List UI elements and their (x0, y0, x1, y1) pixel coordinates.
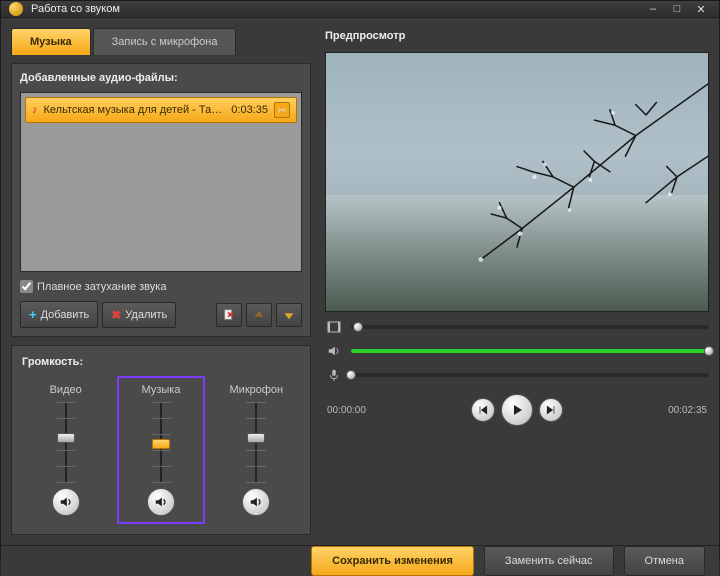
seek-track-row (325, 318, 709, 336)
tab-microphone[interactable]: Запись с микрофона (93, 28, 237, 55)
maximize-button[interactable]: □ (667, 1, 687, 17)
delete-label: Удалить (125, 309, 167, 321)
left-column: Музыка Запись с микрофона Добавленные ау… (11, 28, 311, 535)
next-button[interactable] (539, 398, 563, 422)
volume-music-label: Музыка (142, 384, 181, 396)
maximize-icon: □ (674, 3, 681, 15)
play-icon (509, 402, 525, 418)
transport-bar: 00:00:00 00:02:35 (325, 390, 709, 430)
transport-buttons (376, 394, 658, 426)
slider-thumb[interactable] (152, 439, 170, 449)
volume-mic-slider[interactable] (244, 402, 268, 482)
slider-thumb[interactable] (57, 433, 75, 443)
titlebar: Работа со звуком – □ ✕ (1, 1, 719, 18)
skip-forward-icon (545, 404, 557, 416)
slider-thumb[interactable] (247, 433, 265, 443)
arrow-down-icon (282, 308, 296, 322)
tab-music[interactable]: Музыка (11, 28, 91, 55)
files-panel: Добавленные аудио-файлы: ♪ Кельтская муз… (11, 63, 311, 337)
close-icon: ✕ (696, 3, 705, 16)
remove-file-button[interactable] (216, 303, 242, 327)
scissors-icon: ✂ (277, 104, 286, 117)
mic-track-row (325, 366, 709, 384)
speaker-small-icon (325, 344, 343, 358)
minimize-button[interactable]: – (643, 1, 663, 17)
play-button[interactable] (501, 394, 533, 426)
volume-grid: Видео Музыка (22, 376, 300, 524)
delete-icon: ✖ (111, 308, 121, 322)
main-body: Музыка Запись с микрофона Добавленные ау… (1, 18, 719, 545)
preview-heading: Предпросмотр (325, 28, 709, 46)
app-icon (9, 2, 23, 16)
cancel-button[interactable]: Отмена (624, 546, 705, 576)
film-icon (325, 320, 343, 334)
sound-editor-window: Работа со звуком – □ ✕ Музыка Запись с м… (0, 0, 720, 561)
delete-button[interactable]: ✖ Удалить (102, 302, 176, 328)
file-buttons-row: + Добавить ✖ Удалить (20, 301, 302, 328)
fade-label: Плавное затухание звука (37, 281, 166, 293)
mic-track[interactable] (351, 373, 709, 377)
time-current: 00:00:00 (327, 405, 366, 416)
volume-music-column: Музыка (117, 376, 204, 524)
speaker-icon (154, 495, 168, 509)
fade-checkbox-row[interactable]: Плавное затухание звука (20, 280, 302, 293)
fade-checkbox[interactable] (20, 280, 33, 293)
audio-file-list[interactable]: ♪ Кельтская музыка для детей - Танец-ht.… (20, 92, 302, 272)
skip-back-icon (477, 404, 489, 416)
time-total: 00:02:35 (668, 405, 707, 416)
close-button[interactable]: ✕ (691, 1, 711, 17)
file-duration: 0:03:35 (231, 104, 268, 116)
audio-track[interactable] (351, 349, 709, 353)
window-title: Работа со звуком (31, 3, 639, 15)
preview-frame-art (326, 53, 708, 312)
volume-video-label: Видео (50, 384, 82, 396)
audio-track-row (325, 342, 709, 360)
source-tabs: Музыка Запись с микрофона (11, 28, 311, 55)
microphone-icon (325, 368, 343, 382)
video-preview[interactable] (325, 52, 709, 312)
add-button[interactable]: + Добавить (20, 301, 98, 328)
audio-file-item[interactable]: ♪ Кельтская музыка для детей - Танец-ht.… (25, 97, 297, 123)
mic-knob[interactable] (346, 370, 356, 380)
volume-music-slider[interactable] (149, 402, 173, 482)
prev-button[interactable] (471, 398, 495, 422)
volume-mic-column: Микрофон (213, 376, 300, 524)
volume-video-column: Видео (22, 376, 109, 524)
replace-now-button[interactable]: Заменить сейчас (484, 546, 614, 576)
file-name: Кельтская музыка для детей - Танец-ht... (44, 104, 226, 116)
music-note-icon: ♪ (32, 104, 38, 116)
volume-video-slider[interactable] (54, 402, 78, 482)
right-column: Предпросмотр (325, 28, 709, 535)
mute-video-button[interactable] (52, 488, 80, 516)
arrow-up-icon (252, 308, 266, 322)
volume-heading: Громкость: (22, 356, 300, 368)
mute-mic-button[interactable] (242, 488, 270, 516)
volume-panel: Громкость: Видео Муз (11, 345, 311, 535)
add-label: Добавить (41, 309, 90, 321)
save-button[interactable]: Сохранить изменения (311, 546, 474, 576)
move-up-button[interactable] (246, 303, 272, 327)
mute-music-button[interactable] (147, 488, 175, 516)
speaker-icon (59, 495, 73, 509)
trim-button[interactable]: ✂ (274, 102, 290, 118)
minimize-icon: – (650, 3, 656, 15)
document-x-icon (222, 308, 236, 322)
seek-knob[interactable] (353, 322, 363, 332)
volume-mic-label: Микрофон (230, 384, 284, 396)
speaker-icon (249, 495, 263, 509)
audio-knob[interactable] (704, 346, 714, 356)
seek-track[interactable] (351, 325, 709, 329)
plus-icon: + (29, 307, 37, 322)
move-down-button[interactable] (276, 303, 302, 327)
files-heading: Добавленные аудио-файлы: (20, 72, 302, 84)
